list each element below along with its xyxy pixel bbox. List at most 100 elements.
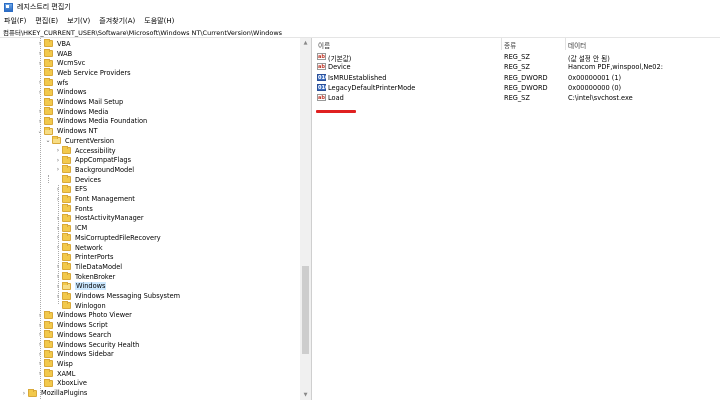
tree-item-label[interactable]: Windows Messaging Subsystem (75, 292, 180, 300)
tree-item[interactable]: › Windows Search (36, 330, 111, 340)
tree-item[interactable]: XboxLive (36, 378, 87, 389)
tree-item-label[interactable]: WAB (57, 50, 72, 58)
tree-item[interactable]: › MsiCorruptedFileRecovery (54, 233, 161, 243)
tree-item-label[interactable]: VBA (57, 40, 71, 48)
tree-item[interactable]: › BackgroundModel (54, 165, 134, 175)
tree-item[interactable]: › Network (54, 243, 103, 253)
tree-item-label[interactable]: MsiCorruptedFileRecovery (75, 234, 161, 242)
tree-item[interactable]: › Wisp (36, 359, 73, 369)
tree-item-label[interactable]: MozillaPlugins (41, 389, 87, 397)
column-header-name[interactable]: 이름 (318, 40, 330, 50)
value-row[interactable]: ab Device REG_SZ Hancom PDF,winspool,Ne02: (313, 62, 720, 72)
menu-view[interactable]: 보기(V) (67, 16, 90, 26)
tree-item-label[interactable]: WcmSvc (57, 59, 85, 67)
tree-item[interactable]: ⌄ Windows NT (36, 126, 98, 136)
tree-item-label[interactable]: XAML (57, 370, 75, 378)
menu-favorites[interactable]: 즐겨찾기(A) (99, 16, 135, 26)
tree-item[interactable]: › XAML (36, 369, 75, 379)
key-tree-pane[interactable]: › VBA › WAB › WcmSvc Web Service Providers › wfs… (0, 38, 312, 400)
tree-item[interactable]: › TokenBroker (54, 272, 115, 282)
tree-item[interactable]: › WcmSvc (36, 58, 85, 68)
tree-item-label[interactable]: Devices (75, 176, 101, 184)
tree-item-label[interactable]: TokenBroker (75, 273, 115, 281)
tree-item[interactable]: › TileDataModel (54, 262, 122, 272)
value-row[interactable]: ab (기본값) REG_SZ (값 설정 안 됨) (313, 52, 720, 63)
tree-item[interactable]: › Windows (36, 87, 86, 98)
tree-item-label[interactable]: Accessibility (75, 147, 116, 155)
tree-item-label[interactable]: wfs (57, 79, 68, 87)
tree-item-label[interactable]: TileDataModel (75, 263, 122, 271)
tree-item-label[interactable]: BackgroundModel (75, 166, 134, 174)
scroll-down-icon[interactable]: ▼ (300, 390, 311, 400)
tree-item[interactable]: Winlogon (54, 301, 106, 311)
expand-chevron-icon[interactable]: › (54, 157, 62, 164)
tree-item[interactable]: › Windows Media Foundation (36, 116, 147, 127)
tree-item-label[interactable]: Windows Sidebar (57, 350, 114, 358)
tree-item[interactable]: › Windows Photo Viewer (36, 310, 132, 321)
tree-item-label[interactable]: Windows Media (57, 108, 108, 116)
column-divider[interactable] (565, 38, 566, 50)
tree-item-label[interactable]: Windows (57, 88, 86, 96)
menu-file[interactable]: 파일(F) (4, 16, 26, 26)
tree-item[interactable]: PrinterPorts (54, 252, 113, 262)
value-row[interactable]: 010 LegacyDefaultPrinterMode REG_DWORD 0x00… (313, 83, 720, 93)
column-header-data[interactable]: 데이터 (568, 40, 586, 50)
tree-item-label[interactable]: XboxLive (57, 379, 87, 387)
tree-item[interactable]: Web Service Providers (36, 68, 131, 78)
expand-chevron-icon[interactable]: › (54, 166, 62, 173)
tree-item-label[interactable]: Font Management (75, 195, 135, 203)
tree-item-label[interactable]: Windows NT (57, 127, 98, 135)
tree-item-label[interactable]: Network (75, 244, 103, 252)
tree-item-label[interactable]: Windows Mail Setup (57, 98, 123, 106)
tree-item[interactable]: › Windows Messaging Subsystem (54, 291, 180, 301)
column-header-type[interactable]: 종류 (504, 40, 516, 50)
address-bar[interactable]: 컴퓨터\HKEY_CURRENT_USER\Software\Microsoft… (0, 27, 720, 38)
value-row[interactable]: ab Load REG_SZ C:\intel\svchost.exe (313, 93, 720, 103)
tree-item[interactable]: › VBA (36, 39, 71, 49)
tree-item-label[interactable]: ICM (75, 224, 87, 232)
tree-item-label[interactable]: Windows Photo Viewer (57, 311, 132, 319)
tree-item-label[interactable]: Web Service Providers (57, 69, 131, 77)
expand-chevron-icon[interactable]: › (54, 147, 62, 154)
tree-item[interactable]: › HostActivityManager (54, 213, 144, 224)
menu-help[interactable]: 도움말(H) (144, 16, 174, 26)
tree-item-label[interactable]: Windows Script (57, 321, 108, 329)
tree-item[interactable]: › Accessibility (54, 146, 116, 156)
tree-item-label[interactable]: Winlogon (75, 302, 106, 310)
tree-item-label[interactable]: Windows Search (57, 331, 111, 339)
column-divider[interactable] (501, 38, 502, 50)
tree-item[interactable]: › Windows Sidebar (36, 349, 114, 359)
tree-item[interactable]: › Font Management (54, 194, 135, 204)
tree-item[interactable]: › Windows Script (36, 320, 108, 330)
tree-item-label[interactable]: PrinterPorts (75, 253, 113, 261)
tree-item-label[interactable]: Windows Media Foundation (57, 117, 147, 125)
menu-edit[interactable]: 편집(E) (35, 16, 58, 26)
tree-item[interactable]: › Windows Security Health (36, 340, 139, 350)
tree-item[interactable]: › Windows Media (36, 107, 108, 117)
tree-item-label[interactable]: AppCompatFlags (75, 156, 131, 164)
address-path[interactable]: 컴퓨터\HKEY_CURRENT_USER\Software\Microsoft… (3, 27, 282, 37)
values-list-pane[interactable]: 이름 종류 데이터 ab (기본값) REG_SZ (값 설정 안 됨) ab Devic… (313, 38, 720, 400)
tree-item-label[interactable]: Windows Security Health (57, 341, 139, 349)
folder-icon (62, 184, 71, 193)
tree-scrollbar[interactable]: ▲ ▼ (300, 38, 311, 400)
tree-item[interactable]: Devices (54, 175, 101, 185)
tree-item-label[interactable]: EFS (75, 185, 87, 193)
tree-item[interactable]: Windows Mail Setup (36, 97, 123, 107)
tree-item[interactable]: › Windows (54, 281, 107, 292)
tree-item[interactable]: › WAB (36, 49, 72, 59)
tree-item[interactable]: Fonts (54, 204, 93, 214)
tree-item[interactable]: › MozillaPlugins (20, 388, 87, 398)
expand-chevron-icon[interactable]: › (20, 390, 28, 397)
scroll-up-icon[interactable]: ▲ (300, 38, 311, 48)
tree-item-label[interactable]: HostActivityManager (75, 214, 144, 222)
value-row[interactable]: 010 IsMRUEstablished REG_DWORD 0x00000001 (… (313, 73, 720, 83)
tree-item[interactable]: › AppCompatFlags (54, 155, 131, 165)
tree-item-label[interactable]: Wisp (57, 360, 73, 368)
tree-item-label[interactable]: Windows (75, 282, 107, 291)
scroll-thumb[interactable] (302, 266, 309, 354)
collapse-chevron-icon[interactable]: ⌄ (44, 137, 52, 144)
tree-item[interactable]: ⌄ CurrentVersion (44, 136, 114, 146)
tree-item-label[interactable]: CurrentVersion (65, 137, 114, 145)
tree-item-label[interactable]: Fonts (75, 205, 93, 213)
